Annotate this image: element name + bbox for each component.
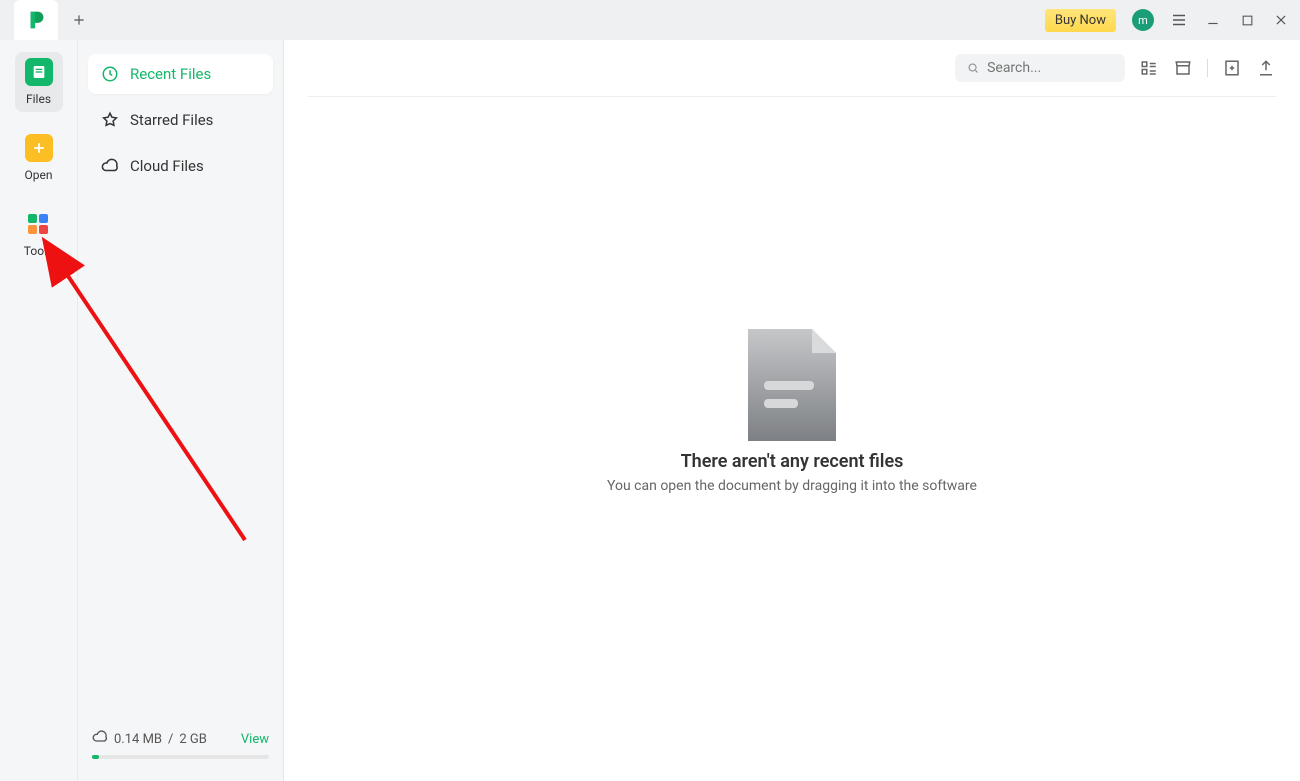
- cloud-small-icon: [92, 729, 108, 749]
- menu-button[interactable]: [1170, 11, 1188, 29]
- user-avatar[interactable]: m: [1132, 9, 1154, 31]
- storage-total: 2 GB: [179, 732, 207, 747]
- storage-view-link[interactable]: View: [241, 732, 269, 747]
- main-content: There aren't any recent files You can op…: [284, 40, 1300, 781]
- rail-item-files[interactable]: Files: [15, 52, 63, 112]
- nav-rail: Files Open Tools: [0, 40, 78, 781]
- empty-state: There aren't any recent files You can op…: [284, 67, 1300, 751]
- sidebar-label-starred: Starred Files: [130, 111, 213, 129]
- rail-label-files: Files: [26, 92, 51, 106]
- empty-subtitle: You can open the document by dragging it…: [607, 478, 977, 494]
- star-icon: [100, 110, 120, 130]
- close-icon: [1274, 13, 1288, 27]
- sidebar-item-starred[interactable]: Starred Files: [88, 100, 273, 140]
- sidebar-label-cloud: Cloud Files: [130, 157, 204, 175]
- rail-item-open[interactable]: Open: [15, 128, 63, 188]
- close-button[interactable]: [1272, 11, 1290, 29]
- minimize-button[interactable]: [1204, 11, 1222, 29]
- storage-status: 0.14 MB / 2 GB View: [88, 721, 273, 771]
- maximize-button[interactable]: [1238, 11, 1256, 29]
- plus-icon: [72, 13, 86, 27]
- titlebar: Buy Now m: [0, 0, 1300, 40]
- files-icon: [25, 58, 53, 86]
- sidebar-label-recent: Recent Files: [130, 65, 211, 83]
- tools-icon: [24, 210, 52, 238]
- hamburger-icon: [1170, 11, 1188, 29]
- storage-sep: /: [168, 732, 173, 747]
- buy-now-button[interactable]: Buy Now: [1045, 9, 1116, 32]
- rail-item-tools[interactable]: Tools: [14, 204, 63, 264]
- empty-title: There aren't any recent files: [681, 451, 904, 472]
- app-logo-icon: [25, 9, 47, 31]
- app-logo-tab[interactable]: [14, 0, 58, 40]
- storage-used: 0.14 MB: [114, 732, 162, 747]
- sidebar-item-recent[interactable]: Recent Files: [88, 54, 273, 94]
- open-icon: [25, 134, 53, 162]
- storage-bar: [92, 755, 269, 759]
- minimize-icon: [1206, 13, 1220, 27]
- storage-fill: [92, 755, 99, 759]
- empty-doc-icon: [742, 325, 842, 445]
- sidebar-item-cloud[interactable]: Cloud Files: [88, 146, 273, 186]
- rail-label-open: Open: [25, 168, 53, 182]
- cloud-icon: [100, 156, 120, 176]
- maximize-icon: [1241, 14, 1254, 27]
- clock-icon: [100, 64, 120, 84]
- rail-label-tools: Tools: [24, 244, 53, 258]
- new-tab-button[interactable]: [64, 13, 94, 27]
- sidebar: Recent Files Starred Files Cloud Files 0…: [78, 40, 284, 781]
